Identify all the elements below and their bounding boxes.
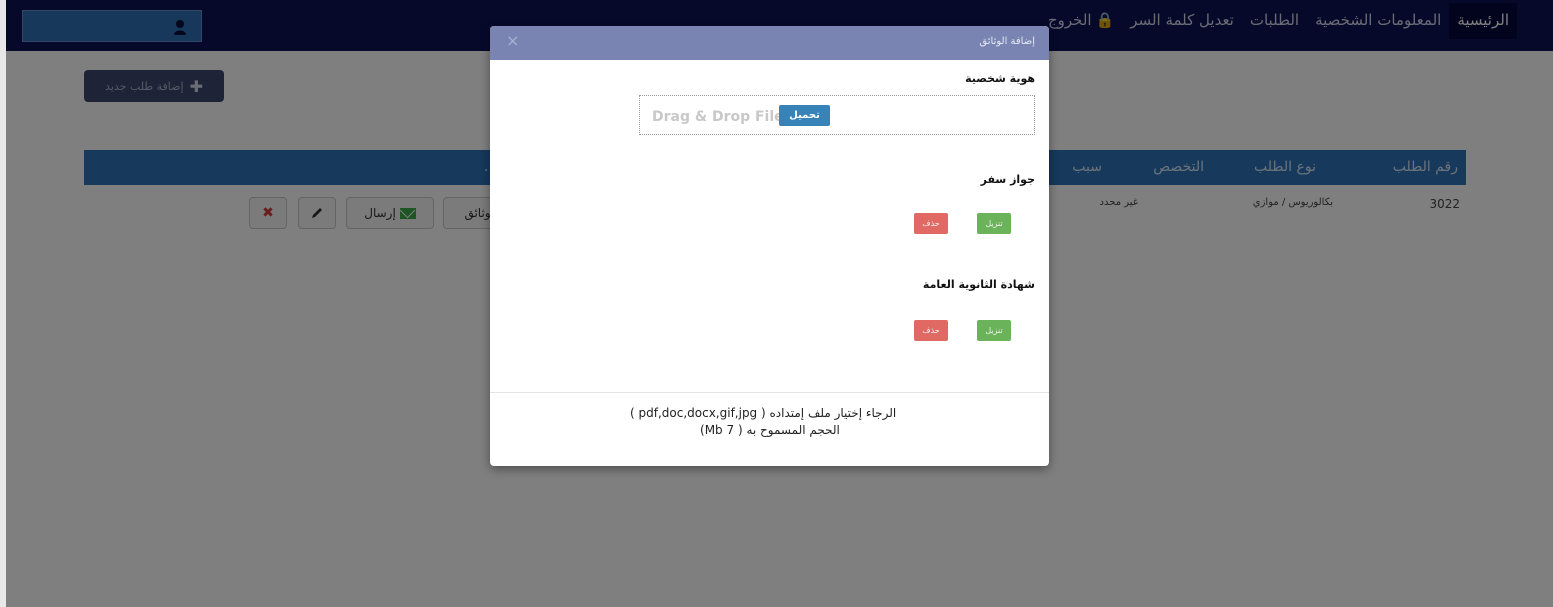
modal-title: إضافة الوثائق (979, 36, 1035, 47)
allowed-extensions-note: الرجاء إختيار ملف إمتداده ( pdf,doc,docx… (630, 406, 897, 420)
allowed-size-note: الحجم المسموح به ( 7 Mb) (700, 423, 840, 437)
section-title-passport: جواز سفر (980, 173, 1035, 186)
passport-delete-button[interactable]: حذف (914, 213, 948, 234)
certificate-delete-button[interactable]: حذف (914, 320, 948, 341)
dropzone-text: Drag & Drop Files (652, 109, 792, 125)
modal-header: إضافة الوثائق × (490, 26, 1049, 60)
upload-button[interactable]: تحميل (779, 105, 830, 126)
add-documents-modal: إضافة الوثائق × هوية شخصية Drag & Drop F… (490, 26, 1049, 466)
section-title-id-card: هوية شخصية (965, 72, 1035, 85)
close-icon[interactable]: × (506, 31, 519, 50)
file-dropzone[interactable]: Drag & Drop Files تحميل (639, 95, 1035, 135)
modal-divider (490, 392, 1049, 393)
section-title-high-school-certificate: شهادة الثانوية العامة (922, 278, 1035, 291)
certificate-download-button[interactable]: تنزيل (977, 320, 1011, 341)
passport-download-button[interactable]: تنزيل (977, 213, 1011, 234)
